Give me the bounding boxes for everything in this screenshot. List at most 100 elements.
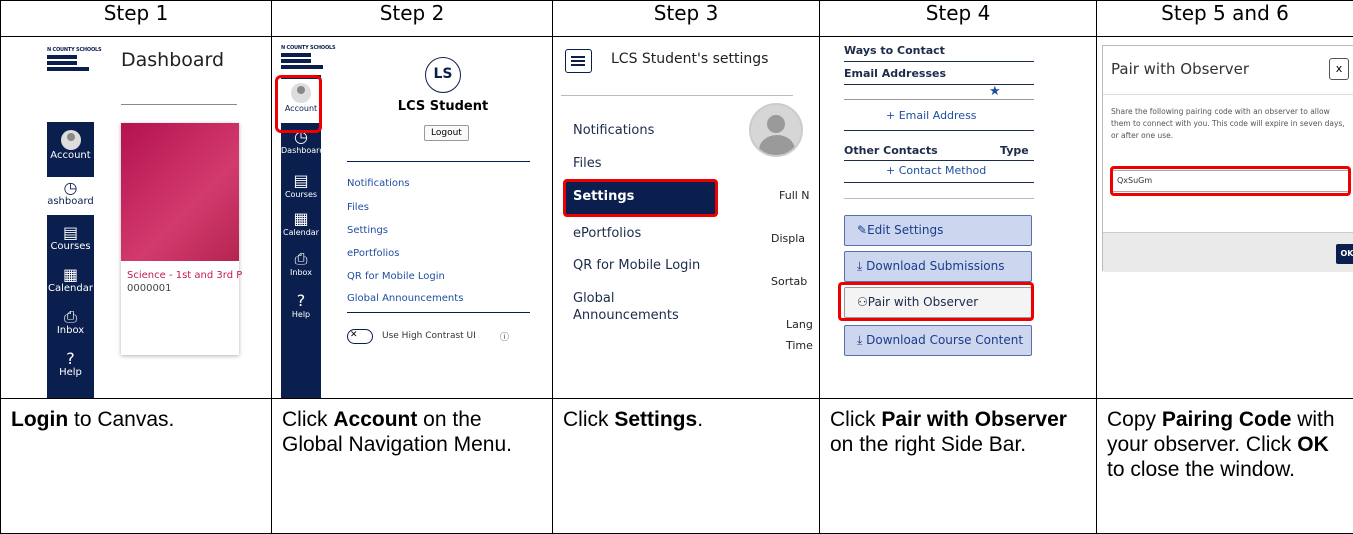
- description-row: Login to Canvas. Click Account on the Gl…: [1, 399, 1353, 534]
- field-sortable-name: Sortab: [771, 275, 807, 288]
- step1-screenshot: N COUNTY SCHOOLS Dashboard Account ◷ashb…: [1, 37, 272, 399]
- menu-qr-login[interactable]: QR for Mobile Login: [573, 258, 700, 273]
- step5-screenshot: Pair with Observer x Share the following…: [1097, 37, 1353, 399]
- default-star-icon: ★: [989, 84, 1001, 99]
- plus-icon: +: [886, 109, 899, 122]
- add-contact-method-link[interactable]: + Contact Method: [886, 164, 986, 177]
- course-card[interactable]: Science - 1st and 3rd P 0000001: [121, 123, 239, 355]
- nav-dashboard[interactable]: ◷ashboard: [47, 177, 94, 215]
- nav-help[interactable]: ?Help: [47, 351, 94, 378]
- field-full-name: Full N: [779, 189, 810, 202]
- menu-link-files[interactable]: Files: [347, 202, 369, 213]
- step1-description: Login to Canvas.: [1, 399, 272, 534]
- field-time-zone: Time: [786, 339, 813, 352]
- nav-inbox[interactable]: ⎙Inbox: [281, 251, 321, 278]
- courses-icon: ▤: [47, 225, 94, 241]
- settings-highlight: [563, 179, 718, 217]
- high-contrast-label: Use High Contrast UI: [382, 331, 476, 341]
- menu-notifications[interactable]: Notifications: [573, 123, 654, 138]
- ok-button[interactable]: OK: [1336, 244, 1353, 264]
- course-card-title[interactable]: Science - 1st and 3rd P: [121, 261, 239, 281]
- step-header: Step 5 and 6: [1097, 1, 1353, 37]
- nav-courses[interactable]: ▤Courses: [47, 225, 94, 252]
- description-text: on the right Side Bar.: [830, 433, 1026, 456]
- nav-courses[interactable]: ▤Courses: [281, 173, 321, 200]
- step5-description: Copy Pairing Code with your observer. Cl…: [1097, 399, 1353, 534]
- menu-eportfolios[interactable]: ePortfolios: [573, 226, 641, 241]
- description-emphasis: Login: [11, 408, 68, 431]
- step-header: Step 2: [272, 1, 553, 37]
- settings-page-title: LCS Student's settings: [611, 51, 768, 67]
- menu-files[interactable]: Files: [573, 156, 602, 171]
- dashboard-icon: ◷: [47, 180, 94, 196]
- step-header: Step 3: [553, 1, 820, 37]
- pairing-code-highlight: [1110, 166, 1351, 196]
- dashboard-title: Dashboard: [121, 49, 224, 71]
- dialog-title: Pair with Observer: [1111, 60, 1249, 78]
- step4-screenshot: Ways to Contact Email Addresses ★ + Emai…: [820, 37, 1097, 399]
- nav-calendar[interactable]: ▦Calendar: [281, 211, 321, 238]
- calendar-icon: ▦: [281, 211, 321, 227]
- calendar-icon: ▦: [47, 267, 94, 283]
- type-heading: Type: [1000, 144, 1029, 157]
- pair-observer-dialog: Pair with Observer x Share the following…: [1102, 45, 1353, 271]
- edit-icon: ✎: [857, 223, 867, 237]
- nav-account[interactable]: Account: [47, 130, 94, 161]
- step3-description: Click Settings.: [553, 399, 820, 534]
- nav-calendar[interactable]: ▦Calendar: [47, 267, 94, 294]
- menu-link-qr-login[interactable]: QR for Mobile Login: [347, 271, 445, 282]
- download-icon: ⤓: [857, 259, 866, 273]
- description-emphasis: Pair with Observer: [881, 408, 1067, 431]
- download-icon: ⤓: [857, 333, 866, 347]
- description-emphasis: Settings: [614, 408, 697, 431]
- dialog-message: Share the following pairing code with an…: [1111, 106, 1351, 142]
- description-text: to Canvas.: [68, 408, 174, 431]
- menu-link-notifications[interactable]: Notifications: [347, 178, 410, 189]
- screenshot-row: N COUNTY SCHOOLS Dashboard Account ◷ashb…: [1, 37, 1353, 399]
- nav-dashboard[interactable]: ◷Dashboard: [281, 129, 321, 156]
- account-avatar-icon: [61, 130, 81, 150]
- step-header: Step 1: [1, 1, 272, 37]
- logout-button[interactable]: Logout: [424, 125, 469, 141]
- toggle-off-icon: ✕: [350, 330, 358, 340]
- hamburger-menu-icon[interactable]: [565, 49, 592, 73]
- email-addresses-heading: Email Addresses: [844, 67, 946, 80]
- school-logo: N COUNTY SCHOOLS: [281, 45, 323, 73]
- description-text: Click: [563, 408, 614, 431]
- step-header: Step 4: [820, 1, 1097, 37]
- dialog-close-button[interactable]: x: [1329, 58, 1349, 80]
- step2-screenshot: N COUNTY SCHOOLS Account ◷Dashboard ▤Cou…: [272, 37, 553, 399]
- user-avatar: LS: [425, 57, 461, 93]
- nav-help[interactable]: ?Help: [281, 293, 321, 320]
- download-course-content-button[interactable]: ⤓ Download Course Content: [844, 325, 1032, 356]
- ways-to-contact-heading: Ways to Contact: [844, 44, 945, 57]
- steps-table: Step 1 Step 2 Step 3 Step 4 Step 5 and 6…: [0, 0, 1353, 534]
- user-name: LCS Student: [388, 99, 498, 114]
- menu-link-eportfolios[interactable]: ePortfolios: [347, 248, 400, 259]
- nav-inbox[interactable]: ⎙Inbox: [47, 309, 94, 336]
- school-logo: N COUNTY SCHOOLS: [47, 47, 89, 75]
- inbox-icon: ⎙: [281, 251, 321, 267]
- pair-observer-highlight: [838, 282, 1034, 321]
- close-icon: x: [1336, 62, 1343, 75]
- global-nav: Account ◷ashboard ▤Courses ▦Calendar ⎙In…: [47, 122, 94, 398]
- field-display-name: Displa: [771, 232, 805, 245]
- dialog-footer: OK: [1103, 232, 1353, 272]
- menu-global[interactable]: Global: [573, 291, 614, 306]
- field-language: Lang: [786, 318, 813, 331]
- menu-link-settings[interactable]: Settings: [347, 225, 388, 236]
- add-email-link[interactable]: + Email Address: [886, 109, 977, 122]
- description-text: Click: [282, 408, 333, 431]
- step4-description: Click Pair with Observer on the right Si…: [820, 399, 1097, 534]
- menu-link-global-announcements[interactable]: Global Announcements: [347, 293, 463, 304]
- description-emphasis: OK: [1297, 433, 1329, 456]
- download-submissions-button[interactable]: ⤓ Download Submissions: [844, 251, 1032, 282]
- course-card-code: 0000001: [121, 281, 239, 294]
- description-emphasis: Pairing Code: [1162, 408, 1292, 431]
- high-contrast-toggle[interactable]: ✕: [347, 329, 373, 344]
- edit-settings-button[interactable]: ✎Edit Settings: [844, 215, 1032, 246]
- help-icon: ?: [47, 351, 94, 367]
- menu-announcements[interactable]: Announcements: [573, 308, 679, 323]
- course-card-image: [121, 123, 239, 261]
- profile-picture: [749, 103, 803, 157]
